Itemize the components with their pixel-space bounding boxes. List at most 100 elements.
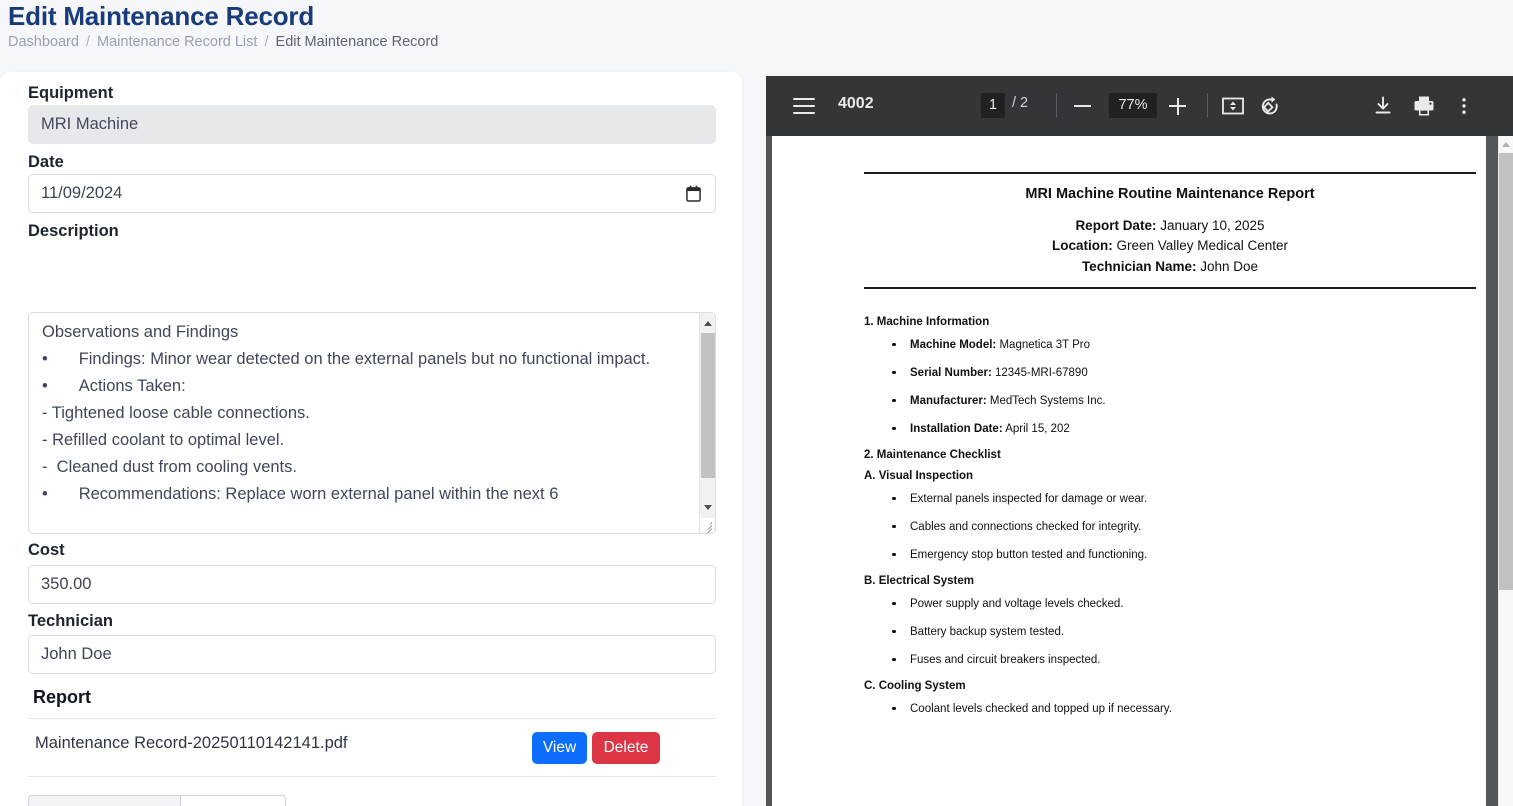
- date-label: Date: [28, 153, 64, 171]
- pdf-section-list: External panels inspected for damage or …: [864, 491, 1476, 563]
- pdf-list-item: External panels inspected for damage or …: [864, 491, 1476, 507]
- report-divider-top: [28, 718, 716, 719]
- pdf-meta-report-date: Report Date: January 10, 2025: [864, 216, 1476, 237]
- description-scroll-up-button[interactable]: [700, 315, 715, 331]
- pdf-viewer: 4002 1 / 2 77% MRI Machine Routine Maint…: [766, 76, 1513, 806]
- pdf-list-item-value: Battery backup system tested.: [910, 625, 1065, 638]
- pdf-list-item-value: Emergency stop button tested and functio…: [910, 548, 1148, 561]
- description-label: Description: [28, 222, 119, 240]
- pdf-list-item-label: Manufacturer:: [910, 394, 987, 407]
- pdf-body: 1. Machine Information Machine Model: Mag…: [864, 289, 1476, 717]
- report-file-name: Maintenance Record-20250110142141.pdf: [35, 734, 348, 752]
- pdf-list-item-value: Cables and connections checked for integ…: [910, 520, 1142, 533]
- pdf-list-item: Machine Model: Magnetica 3T Pro: [864, 337, 1476, 353]
- zoom-level-input[interactable]: 77%: [1109, 93, 1157, 118]
- pdf-meta-label: Location:: [1051, 238, 1113, 253]
- description-scrollbar[interactable]: [699, 313, 715, 533]
- pdf-meta-technician: Technician Name: John Doe: [864, 257, 1476, 278]
- view-report-button[interactable]: View: [532, 732, 587, 764]
- description-scroll-down-button[interactable]: [700, 499, 715, 515]
- pdf-scrollbar[interactable]: [1498, 136, 1513, 806]
- pdf-list-item-value: Magnetica 3T Pro: [999, 338, 1091, 351]
- pdf-toolbar: 4002 1 / 2 77%: [766, 76, 1513, 136]
- calendar-icon[interactable]: [686, 185, 701, 202]
- date-field[interactable]: 11/09/2024: [28, 174, 716, 213]
- pdf-meta-value: Green Valley Medical Center: [1116, 238, 1289, 253]
- pdf-meta-value: January 10, 2025: [1160, 217, 1265, 233]
- pdf-list-item: Power supply and voltage levels checked.: [864, 596, 1476, 612]
- more-vertical-icon[interactable]: [1450, 92, 1478, 120]
- pdf-section-heading: 2. Maintenance Checklist: [864, 448, 1001, 461]
- pdf-list-item-label: Installation Date:: [910, 422, 1003, 435]
- fit-to-page-icon[interactable]: [1219, 92, 1247, 120]
- pdf-list-item-label: Machine Model:: [910, 338, 997, 351]
- pdf-list-item-value: Fuses and circuit breakers inspected.: [910, 653, 1101, 666]
- pdf-section-heading: C. Cooling System: [864, 679, 966, 692]
- pdf-list-item-label: Serial Number:: [910, 366, 992, 379]
- pdf-meta-label: Report Date:: [1075, 217, 1157, 233]
- cost-label: Cost: [28, 541, 65, 559]
- pdf-section-list: Coolant levels checked and topped up if …: [864, 701, 1476, 717]
- pdf-scroll-thumb[interactable]: [1499, 153, 1513, 590]
- breadcrumb-current: Edit Maintenance Record: [275, 34, 439, 50]
- pdf-meta-value: John Doe: [1200, 258, 1259, 274]
- equipment-field[interactable]: MRI Machine: [28, 105, 716, 144]
- rotate-counterclockwise-icon[interactable]: [1256, 92, 1284, 120]
- report-divider-bottom: [28, 776, 716, 777]
- pdf-document-title: 4002: [838, 95, 874, 112]
- breadcrumb-separator-1: /: [85, 34, 90, 50]
- pdf-list-item-value: Coolant levels checked and topped up if …: [910, 702, 1172, 715]
- pdf-section-list: Power supply and voltage levels checked.…: [864, 596, 1476, 668]
- equipment-label: Equipment: [28, 84, 114, 102]
- pdf-list-item-value: April 15, 202: [1005, 422, 1070, 435]
- pdf-list-item: Coolant levels checked and topped up if …: [864, 701, 1476, 717]
- description-textarea[interactable]: Observations and Findings • Findings: Mi…: [28, 312, 716, 534]
- breadcrumb-dashboard[interactable]: Dashboard: [8, 34, 79, 50]
- pdf-scroll-up-button[interactable]: [1499, 136, 1513, 152]
- pdf-section-list: Machine Model: Magnetica 3T Pro Serial Nu…: [864, 337, 1476, 437]
- page-title: Edit Maintenance Record: [8, 1, 315, 31]
- pdf-list-item-value: MedTech Systems Inc.: [989, 394, 1106, 407]
- description-resize-handle[interactable]: [700, 518, 714, 533]
- toolbar-divider-2: [1207, 93, 1208, 117]
- description-scroll-thumb[interactable]: [701, 333, 715, 478]
- description-textarea-value: Observations and Findings • Findings: Mi…: [42, 323, 651, 503]
- pdf-page: MRI Machine Routine Maintenance Report R…: [772, 136, 1486, 806]
- pdf-section-heading: A. Visual Inspection: [864, 469, 974, 482]
- technician-field[interactable]: John Doe: [28, 635, 716, 674]
- pdf-page-area[interactable]: MRI Machine Routine Maintenance Report R…: [766, 136, 1513, 806]
- choose-file-button[interactable]: Choisir un fichier: [29, 796, 181, 806]
- report-heading: Report: [33, 687, 91, 707]
- download-icon[interactable]: [1369, 92, 1397, 120]
- page-number-input[interactable]: 1: [981, 93, 1005, 118]
- delete-report-button[interactable]: Delete: [592, 732, 660, 764]
- report-file-input[interactable]: Choisir un fichier Auc...hoisi: [28, 795, 287, 806]
- breadcrumb-maintenance-record-list[interactable]: Maintenance Record List: [97, 34, 257, 50]
- pdf-header-block: MRI Machine Routine Maintenance Report R…: [864, 174, 1476, 288]
- edit-maintenance-record-form: Equipment MRI Machine Date 11/09/2024 De…: [0, 72, 742, 806]
- pdf-list-item-value: Power supply and voltage levels checked.: [910, 597, 1124, 610]
- pdf-list-item: Battery backup system tested.: [864, 624, 1476, 640]
- pdf-list-item: Serial Number: 12345-MRI-67890: [864, 365, 1476, 381]
- pdf-meta-location: Location: Green Valley Medical Center: [864, 236, 1476, 257]
- pdf-section-heading: 1. Machine Information: [864, 315, 990, 328]
- zoom-in-button[interactable]: [1164, 92, 1192, 120]
- chosen-file-label: Auc...hoisi: [181, 796, 285, 806]
- pdf-list-item: Cables and connections checked for integ…: [864, 519, 1476, 535]
- cost-field[interactable]: 350.00: [28, 565, 716, 604]
- hamburger-menu-icon[interactable]: [792, 94, 816, 118]
- zoom-out-button[interactable]: [1069, 92, 1097, 120]
- breadcrumb: Dashboard / Maintenance Record List / Ed…: [8, 34, 438, 50]
- pdf-list-item: Fuses and circuit breakers inspected.: [864, 652, 1476, 668]
- pdf-list-item-value: External panels inspected for damage or …: [910, 492, 1148, 505]
- pdf-list-item-value: 12345-MRI-67890: [995, 366, 1088, 379]
- print-icon[interactable]: [1410, 92, 1438, 120]
- pdf-list-item: Manufacturer: MedTech Systems Inc.: [864, 393, 1476, 409]
- pdf-list-item: Emergency stop button tested and functio…: [864, 547, 1476, 563]
- pdf-meta-label: Technician Name:: [1081, 258, 1197, 274]
- pdf-section-heading: B. Electrical System: [864, 574, 974, 587]
- page-count-label: / 2: [1012, 95, 1029, 111]
- toolbar-divider-1: [1056, 93, 1057, 117]
- breadcrumb-separator-2: /: [264, 34, 269, 50]
- pdf-report-title: MRI Machine Routine Maintenance Report: [1025, 185, 1315, 202]
